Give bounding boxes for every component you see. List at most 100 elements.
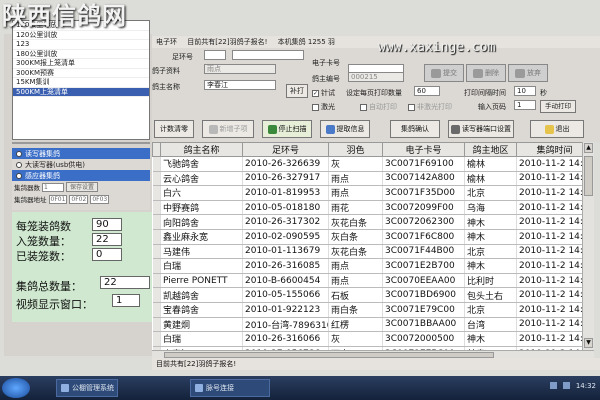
device-address-2[interactable]: 0F02	[69, 194, 89, 204]
table-cell[interactable]: 雨点	[328, 273, 383, 289]
table-row[interactable]: 鑫业麻永宽 2010-02-090595 灰白条 3C0071F6C800 神木 2010…	[152, 229, 582, 245]
owner-input[interactable]: 李春江	[204, 80, 276, 90]
column-header[interactable]: 电子卡号	[382, 142, 465, 157]
table-row[interactable]: 黄建炯 2010-台湾-7896310 红楞 3C0071BBAA00 台湾 2010-1…	[152, 317, 582, 333]
table-cell[interactable]: 3C0071F35D00	[382, 185, 465, 201]
table-cell[interactable]: 3C0072099F00	[382, 200, 465, 216]
row-indicator[interactable]	[152, 331, 161, 347]
table-cell[interactable]: 2010-01-922123	[242, 302, 329, 318]
column-header[interactable]: 鸽主地区	[464, 142, 517, 157]
table-cell[interactable]: 2010-26-316066	[242, 331, 329, 347]
table-row[interactable]: 凯越鸽舍 2010-05-155066 石板 3C0071BD6900 包头土右 2010…	[152, 287, 582, 303]
table-row[interactable]: 飞驰鸽舍 2010-26-326639 灰 3C0071F69100 榆林 2010-11…	[152, 156, 582, 172]
owner-no-input[interactable]: 000215	[348, 72, 404, 82]
table-cell[interactable]: 灰	[328, 156, 383, 172]
table-cell[interactable]: 灰花白条	[328, 214, 383, 230]
reader-option-usb[interactable]: 大读写器(usb供电)	[12, 159, 150, 170]
radio-icon[interactable]	[16, 172, 22, 179]
start-button[interactable]	[2, 378, 30, 398]
table-cell[interactable]: 云心鸽舍	[160, 171, 243, 187]
table-row[interactable]: Pierre PONETT 2010-B-6600454 雨点 3C0070EEAA0…	[152, 273, 582, 289]
cage-count-input[interactable]: 22	[92, 233, 122, 246]
table-cell[interactable]: 向阳鸽舍	[160, 214, 243, 230]
race-list-item[interactable]: 500KM上笼清单	[13, 87, 149, 97]
table-cell[interactable]: 红楞	[328, 317, 383, 333]
pigeon-table[interactable]: 鸽主名称 足环号 羽色 电子卡号 鸽主地区 集鸽时间 飞驰鸽舍 2010-26-3…	[152, 142, 582, 350]
table-cell[interactable]: 白瑞	[160, 258, 243, 274]
race-list[interactable]: 120公里导放 120公里训放 123 180公里训放 300KM报上笼清单 300KM预…	[12, 20, 150, 140]
race-list-item[interactable]: 300KM报上笼清单	[13, 59, 149, 69]
page-input[interactable]: 1	[514, 100, 536, 110]
device-address-3[interactable]: 0F03	[90, 194, 110, 204]
table-cell[interactable]: 雨点	[328, 258, 383, 274]
save-settings-button[interactable]: 保存设置	[66, 182, 99, 192]
row-indicator[interactable]	[152, 258, 161, 274]
reprint-button[interactable]: 补打	[286, 84, 308, 98]
table-cell[interactable]: 2010-01-819953	[242, 185, 329, 201]
row-indicator[interactable]	[152, 287, 161, 303]
table-cell[interactable]: 2010-11-2 14:30	[516, 258, 582, 274]
check-needle[interactable]: ✓ 针试	[312, 88, 335, 98]
table-cell[interactable]: 鑫业麻永宽	[160, 229, 243, 245]
table-cell[interactable]: 3C0072000500	[382, 331, 465, 347]
video-input[interactable]: 1	[112, 294, 140, 307]
table-cell[interactable]: 3C0070EEAA00	[382, 273, 465, 289]
table-cell[interactable]: 2010-05-155066	[242, 287, 329, 303]
row-indicator[interactable]	[152, 171, 161, 187]
loaded-input[interactable]: 0	[92, 248, 122, 261]
table-cell[interactable]: 2010-11-2 14:30	[516, 229, 582, 245]
confirm-button[interactable]: 集鸽确认	[390, 120, 440, 138]
table-row[interactable]: 宝春鸽舍 2010-01-922123 雨白条 3C0071E79C00 北京 2010-…	[152, 302, 582, 318]
scroll-up-icon[interactable]: ▲	[584, 143, 593, 153]
table-cell[interactable]: 石板	[328, 287, 383, 303]
table-cell[interactable]: 包头土右	[464, 287, 517, 303]
table-cell[interactable]: 神木	[464, 331, 517, 347]
submit-tile[interactable]: 提交	[424, 64, 464, 82]
table-row[interactable]: 向阳鸽舍 2010-26-317302 灰花白条 3C0072062300 神木 2010…	[152, 214, 582, 230]
table-cell[interactable]: 2010-11-2 14:30	[516, 185, 582, 201]
table-cell[interactable]: 雨白条	[328, 302, 383, 318]
stop-scan-button[interactable]: 停止扫描	[262, 120, 312, 138]
table-cell[interactable]: 2010-台湾-7896310	[242, 317, 329, 333]
table-cell[interactable]: 2010-26-316085	[242, 258, 329, 274]
table-cell[interactable]: 马建伟	[160, 244, 243, 260]
extract-info-button[interactable]: 提取信息	[320, 120, 370, 138]
tray-icon[interactable]	[549, 382, 557, 389]
vertical-scrollbar[interactable]: ▲ ▼	[582, 142, 594, 350]
table-row[interactable]: 云心鸽舍 2010-26-327917 雨点 3C007142A800 榆林 2010-1…	[152, 171, 582, 187]
table-cell[interactable]: 2010-11-2 14:30	[516, 171, 582, 187]
table-cell[interactable]: Pierre PONETT	[160, 273, 243, 289]
table-cell[interactable]: 灰	[328, 331, 383, 347]
scroll-down-icon[interactable]: ▼	[584, 338, 593, 348]
table-row[interactable]: 白瑞 2010-26-316085 雨点 3C0071E2B700 神木 2010-11-…	[152, 258, 582, 274]
table-cell[interactable]: 2010-26-326639	[242, 156, 329, 172]
check-laser[interactable]: 激光	[312, 102, 335, 112]
row-indicator[interactable]	[152, 156, 161, 172]
scroll-thumb[interactable]	[584, 156, 593, 196]
per-cage-input[interactable]: 90	[92, 218, 122, 231]
table-cell[interactable]: 3C0071BD6900	[382, 287, 465, 303]
cancel-tile[interactable]: 放弃	[508, 64, 548, 82]
table-cell[interactable]: 2010-11-2 14:30	[516, 200, 582, 216]
table-row[interactable]: 白六 2010-01-819953 雨点 3C0071F35D00 北京 2010-11-…	[152, 185, 582, 201]
table-cell[interactable]: 3C0071E79C00	[382, 302, 465, 318]
device-count-input[interactable]: 1	[42, 182, 64, 192]
race-list-item[interactable]: 180公里训放	[13, 50, 149, 59]
clear-count-button[interactable]: 计数清零	[154, 120, 194, 138]
table-cell[interactable]: 2010-11-2 14:30	[516, 302, 582, 318]
table-cell[interactable]: 乌海	[464, 200, 517, 216]
table-cell[interactable]: 3C0071E2B700	[382, 258, 465, 274]
table-cell[interactable]: 中野赛鸽	[160, 200, 243, 216]
table-cell[interactable]: 2010-11-2 14:30	[516, 317, 582, 333]
table-cell[interactable]: 雨点	[328, 171, 383, 187]
interval-input[interactable]: 10	[514, 86, 536, 96]
table-cell[interactable]: 2010-B-6600454	[242, 273, 329, 289]
radio-icon[interactable]	[16, 161, 22, 168]
table-cell[interactable]: 北京	[464, 244, 517, 260]
print-count-input[interactable]: 60	[414, 86, 440, 96]
table-cell[interactable]: 雨花	[328, 200, 383, 216]
tray-icon[interactable]	[562, 382, 570, 389]
table-cell[interactable]: 榆林	[464, 156, 517, 172]
device-address-1[interactable]: 0F01	[48, 194, 68, 204]
table-cell[interactable]: 榆林	[464, 171, 517, 187]
